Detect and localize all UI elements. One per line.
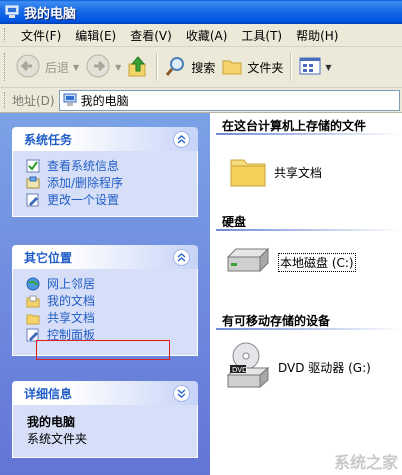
- expand-chevron-icon[interactable]: [173, 384, 190, 402]
- menu-help[interactable]: 帮助(H): [289, 27, 345, 44]
- place-label: 网上邻居: [47, 277, 96, 291]
- views-button[interactable]: ▼: [296, 51, 334, 83]
- menu-view[interactable]: 查看(V): [123, 27, 179, 44]
- back-label: 后退: [45, 60, 70, 75]
- collapse-chevron-icon[interactable]: [173, 130, 190, 148]
- back-button[interactable]: 后退 ▼: [12, 51, 82, 83]
- group-divider: [216, 328, 402, 330]
- details-title: 详细信息: [24, 386, 73, 401]
- forward-arrow-icon: [85, 53, 111, 82]
- task-view-system-info[interactable]: 查看系统信息: [25, 157, 197, 174]
- address-grip: [4, 92, 8, 108]
- group-title-hard-disks: 硬盘: [222, 215, 247, 229]
- menu-bar: 文件(F) 编辑(E) 查看(V) 收藏(A) 工具(T) 帮助(H): [0, 24, 402, 47]
- collapse-chevron-icon[interactable]: [173, 248, 190, 266]
- up-folder-icon: [127, 54, 149, 81]
- hard-drive-icon: [224, 245, 272, 280]
- add-remove-programs-icon: [25, 175, 41, 191]
- details-type: 系统文件夹: [27, 432, 88, 446]
- highlight-box: [36, 340, 170, 360]
- forward-dropdown-icon[interactable]: ▼: [115, 63, 121, 72]
- folder-icon: [228, 151, 268, 194]
- other-places-header[interactable]: 其它位置: [12, 245, 198, 269]
- task-label: 更改一个设置: [47, 193, 120, 207]
- menu-file[interactable]: 文件(F): [14, 27, 68, 44]
- details-header[interactable]: 详细信息: [12, 381, 198, 405]
- menu-grip: [4, 28, 8, 42]
- address-input[interactable]: 我的电脑: [58, 89, 400, 111]
- back-dropdown-icon[interactable]: ▼: [73, 63, 79, 72]
- system-info-icon: [25, 158, 41, 174]
- address-bar: 地址(D) 我的电脑: [0, 88, 402, 113]
- dvd-drive-g-item[interactable]: DVD DVD 驱动器 (G:): [224, 341, 371, 394]
- place-label: 我的文档: [47, 294, 96, 308]
- forward-button[interactable]: ▼: [82, 51, 124, 83]
- system-tasks-body: 查看系统信息 添加/删除程序 更改一个设置: [12, 151, 198, 217]
- folders-label: 文件夹: [247, 60, 284, 75]
- address-value: 我的电脑: [80, 93, 129, 108]
- task-label: 添加/删除程序: [47, 176, 124, 190]
- place-shared-documents[interactable]: 共享文档: [25, 309, 197, 326]
- search-label: 搜索: [191, 60, 216, 75]
- search-icon: [165, 55, 187, 80]
- folders-icon: [221, 56, 243, 79]
- item-label: 本地磁盘 (C:): [278, 253, 356, 272]
- group-divider: [216, 229, 402, 231]
- task-label: 查看系统信息: [47, 159, 120, 173]
- title-bar[interactable]: 我的电脑: [0, 0, 402, 24]
- details-panel: 详细信息 我的电脑 系统文件夹: [12, 381, 198, 458]
- task-add-remove-programs[interactable]: 添加/删除程序: [25, 174, 197, 191]
- task-pane: 系统任务 查看系统信息 添加/删除程序 更改一个设置 其它位置 网上邻居 我的文…: [0, 113, 210, 475]
- details-name: 我的电脑: [27, 415, 76, 429]
- computer-icon: [63, 93, 77, 107]
- network-globe-icon: [25, 276, 41, 292]
- shared-documents-item[interactable]: 共享文档: [228, 151, 322, 194]
- menu-favorites[interactable]: 收藏(A): [179, 27, 235, 44]
- menu-edit[interactable]: 编辑(E): [68, 27, 123, 44]
- menu-tools[interactable]: 工具(T): [234, 27, 289, 44]
- group-title-removable: 有可移动存储的设备: [222, 314, 331, 328]
- item-label: DVD 驱动器 (G:): [278, 361, 371, 375]
- toolbar: 后退 ▼ ▼ 搜索 文件夹 ▼: [0, 47, 402, 88]
- back-arrow-icon: [15, 53, 41, 82]
- group-title-stored-files: 在这台计算机上存储的文件: [222, 119, 367, 133]
- dvd-drive-icon: DVD: [224, 341, 272, 394]
- svg-text:DVD: DVD: [232, 366, 247, 374]
- item-label: 共享文档: [274, 166, 323, 180]
- toolbar-separator: [156, 53, 159, 81]
- shared-folder-icon: [25, 310, 41, 326]
- place-my-documents[interactable]: 我的文档: [25, 292, 197, 309]
- folders-button[interactable]: 文件夹: [218, 51, 286, 83]
- watermark: 系统之家: [333, 453, 398, 472]
- system-tasks-header[interactable]: 系统任务: [12, 127, 198, 151]
- place-network[interactable]: 网上邻居: [25, 275, 197, 292]
- address-label: 地址(D): [12, 93, 55, 108]
- search-button[interactable]: 搜索: [162, 51, 218, 83]
- system-tasks-title: 系统任务: [24, 132, 73, 147]
- documents-folder-icon: [25, 293, 41, 309]
- toolbar-grip: [4, 53, 8, 81]
- window-title: 我的电脑: [24, 6, 77, 22]
- computer-icon: [4, 4, 20, 20]
- place-label: 共享文档: [47, 311, 96, 325]
- details-body: 我的电脑 系统文件夹: [12, 405, 198, 458]
- views-icon: [299, 56, 321, 79]
- change-setting-icon: [25, 192, 41, 208]
- group-divider: [216, 133, 402, 135]
- local-disk-c-item[interactable]: 本地磁盘 (C:): [224, 245, 356, 280]
- task-change-setting[interactable]: 更改一个设置: [25, 191, 197, 208]
- other-places-title: 其它位置: [24, 250, 73, 265]
- toolbar-separator-2: [290, 53, 293, 81]
- system-tasks-panel: 系统任务 查看系统信息 添加/删除程序 更改一个设置: [12, 127, 198, 217]
- content-pane: 在这台计算机上存储的文件 共享文档 硬盘 本地磁盘 (C:) 有可移动存储的设备…: [210, 113, 402, 475]
- up-button[interactable]: [124, 51, 152, 83]
- views-dropdown-icon[interactable]: ▼: [325, 63, 331, 72]
